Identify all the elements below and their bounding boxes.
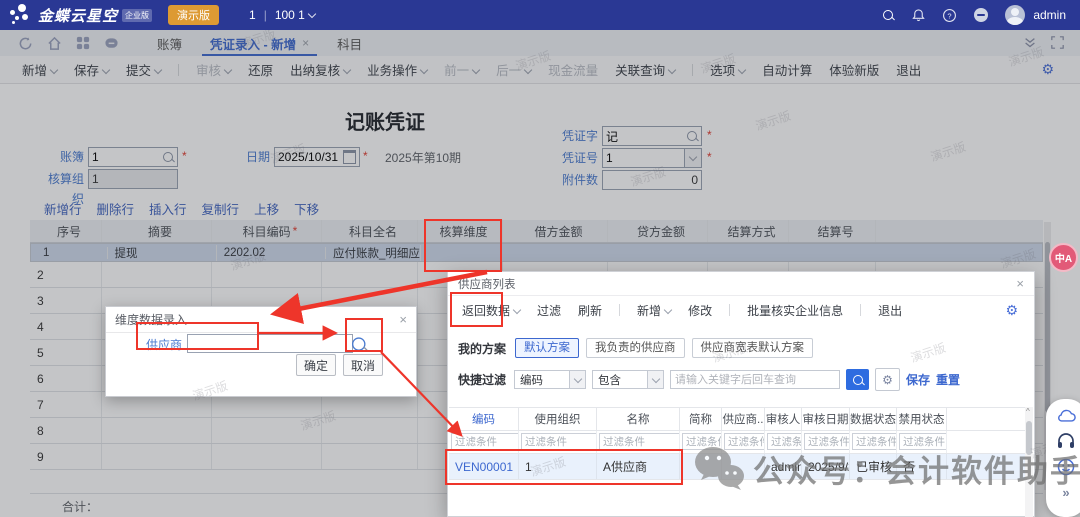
filter-input-status[interactable] [852,433,897,450]
supplier-label: 供应商 [146,336,182,353]
col-forbid-status: 禁用状态 [897,408,947,430]
batch-verify-button[interactable]: 批量核实企业信息 [747,302,843,319]
supplier-row[interactable]: VEN00001 1 A供应商 admin 2025/9/26 已审核 否 [449,454,1027,480]
return-data-button[interactable]: 返回数据 [462,302,520,319]
search-button[interactable] [846,369,869,390]
supplier-table: 编码 使用组织 名称 简称 供应商.. 审核人 审核日期 数据状态 禁用状态 [449,407,1027,480]
cancel-button[interactable]: 取消 [343,354,383,376]
translate-button[interactable]: 中A [1049,243,1078,272]
popup-scrollbar[interactable] [1025,407,1033,517]
scheme-wide-table-button[interactable]: 供应商宽表默认方案 [692,338,814,358]
headset-icon[interactable] [1057,432,1075,449]
scheme-default-button[interactable]: 默认方案 [515,338,579,358]
filter-input-short[interactable] [682,433,722,450]
modify-button[interactable]: 修改 [688,302,712,319]
svg-text:?: ? [948,11,952,20]
supplier-filter-row [449,431,1027,454]
new-supplier-button[interactable]: 新增 [637,302,671,319]
top-bar: 金蝶云星空 企业版 演示版 1 | 100 1 ? admin [0,0,1080,30]
filter-field-select[interactable]: 编码 [514,370,586,389]
col-filler [947,408,1027,430]
col-use-org: 使用组织 [519,408,597,430]
avatar[interactable] [1005,5,1025,25]
close-icon[interactable]: × [1016,276,1024,291]
supplier-lookup-icon[interactable] [352,336,371,355]
org-id: 1 [249,8,256,22]
supplier-list-popup: 供应商列表 × 返回数据 过滤 刷新 新增 修改 批量核实企业信息 退出 ⚙ 我… [447,271,1035,517]
refresh-button[interactable]: 刷新 [578,302,602,319]
expand-dock-icon[interactable]: » [1062,485,1069,500]
reset-link[interactable]: 重置 [936,371,960,388]
do-not-disturb-icon[interactable] [973,7,989,23]
filter-input-forbid[interactable] [899,433,947,450]
filter-input-org[interactable] [521,433,597,450]
org-account-switcher[interactable]: 1 | 100 1 [249,8,315,22]
brand-title: 金蝶云星空 [38,5,118,26]
filter-operator-select[interactable]: 包含 [592,370,664,389]
filter-input-cat[interactable] [724,433,765,450]
username[interactable]: admin [1033,8,1066,22]
supplier-code-link[interactable]: VEN00001 [449,454,519,479]
col-data-status: 数据状态 [850,408,897,430]
supplier-dimension-input[interactable] [187,334,353,353]
chevron-down-icon [308,10,316,18]
dimension-dialog: 维度数据录入 × 供应商 确定 取消 [105,306,417,397]
col-audit-date: 审核日期 [802,408,850,430]
col-auditor: 审核人 [765,408,802,430]
divider: | [264,8,267,22]
assistant-dock: » [1046,399,1080,517]
filter-settings-gear-icon[interactable]: ⚙ [875,368,900,391]
close-icon[interactable]: × [399,312,407,327]
demo-version-badge: 演示版 [168,5,219,25]
bell-icon[interactable] [911,8,926,23]
filter-input-code[interactable] [451,433,519,450]
filter-button[interactable]: 过滤 [537,302,561,319]
edition-badge: 企业版 [122,9,152,22]
col-supplier-cat: 供应商.. [722,408,765,430]
exit-button[interactable]: 退出 [878,302,902,319]
account-id: 100 1 [275,8,305,22]
smiley-icon[interactable] [1057,458,1075,476]
filter-input-auditor[interactable] [767,433,802,450]
supplier-toolbar: 返回数据 过滤 刷新 新增 修改 批量核实企业信息 退出 ⚙ [448,296,1034,324]
help-icon[interactable]: ? [942,8,957,23]
keyword-search-input[interactable] [670,370,840,389]
dialog-title: 维度数据录入 [115,311,187,328]
filter-input-date[interactable] [804,433,850,450]
save-scheme-link[interactable]: 保存 [906,371,930,388]
col-short-name: 简称 [680,408,722,430]
col-code[interactable]: 编码 [449,408,519,430]
filter-input-name[interactable] [599,433,680,450]
supplier-table-header: 编码 使用组织 名称 简称 供应商.. 审核人 审核日期 数据状态 禁用状态 [449,407,1027,431]
scheme-row: 我的方案 默认方案 我负责的供应商 供应商宽表默认方案 [448,338,1034,358]
my-scheme-label: 我的方案 [458,340,506,357]
scheme-my-suppliers-button[interactable]: 我负责的供应商 [586,338,685,358]
col-name: 名称 [597,408,680,430]
ok-button[interactable]: 确定 [296,354,336,376]
popup-title: 供应商列表 [458,276,516,292]
cloud-icon[interactable] [1056,408,1076,423]
kingdee-voucher-screen: 金蝶云星空 企业版 演示版 1 | 100 1 ? admin 账簿 凭证录入 … [0,0,1080,517]
search-icon[interactable] [883,10,893,20]
kingdee-logo-icon [8,3,34,27]
quick-filter-label: 快捷过滤 [458,371,506,388]
popup-settings-gear-icon[interactable]: ⚙ [1005,302,1018,319]
quick-filter-row: 快捷过滤 编码 包含 ⚙ 保存 重置 [448,368,1034,391]
